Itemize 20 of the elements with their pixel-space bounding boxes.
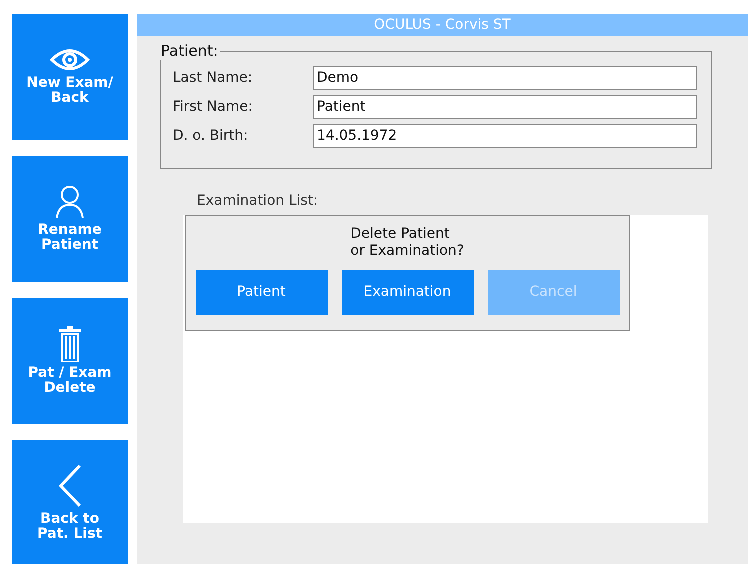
dialog-button[interactable]: Patient: [196, 270, 328, 315]
field-label: Last Name:: [173, 70, 254, 86]
window-title: OCULUS - Corvis ST: [137, 14, 748, 36]
sidebar-button[interactable]: New Exam/ Back: [12, 14, 128, 140]
dialog-message: Delete Patient or Examination?: [350, 226, 464, 260]
person-icon: [55, 185, 85, 220]
field-label: First Name:: [173, 99, 254, 115]
input-field[interactable]: Patient: [313, 95, 697, 119]
sidebar-button[interactable]: Pat / Exam Delete: [12, 298, 128, 424]
back-icon: [58, 464, 82, 508]
sidebar-button[interactable]: Back to Pat. List: [12, 440, 128, 564]
sidebar-button[interactable]: Rename Patient: [12, 156, 128, 282]
list-label: Examination List:: [197, 193, 320, 209]
dialog-button[interactable]: Examination: [342, 270, 474, 315]
field-label: D. o. Birth:: [173, 128, 250, 144]
group-title: Patient:: [160, 42, 220, 60]
eye-icon: [50, 48, 90, 72]
trash-icon: [59, 326, 81, 362]
input-field[interactable]: Demo: [313, 66, 697, 90]
input-field[interactable]: 14.05.1972: [313, 124, 697, 148]
